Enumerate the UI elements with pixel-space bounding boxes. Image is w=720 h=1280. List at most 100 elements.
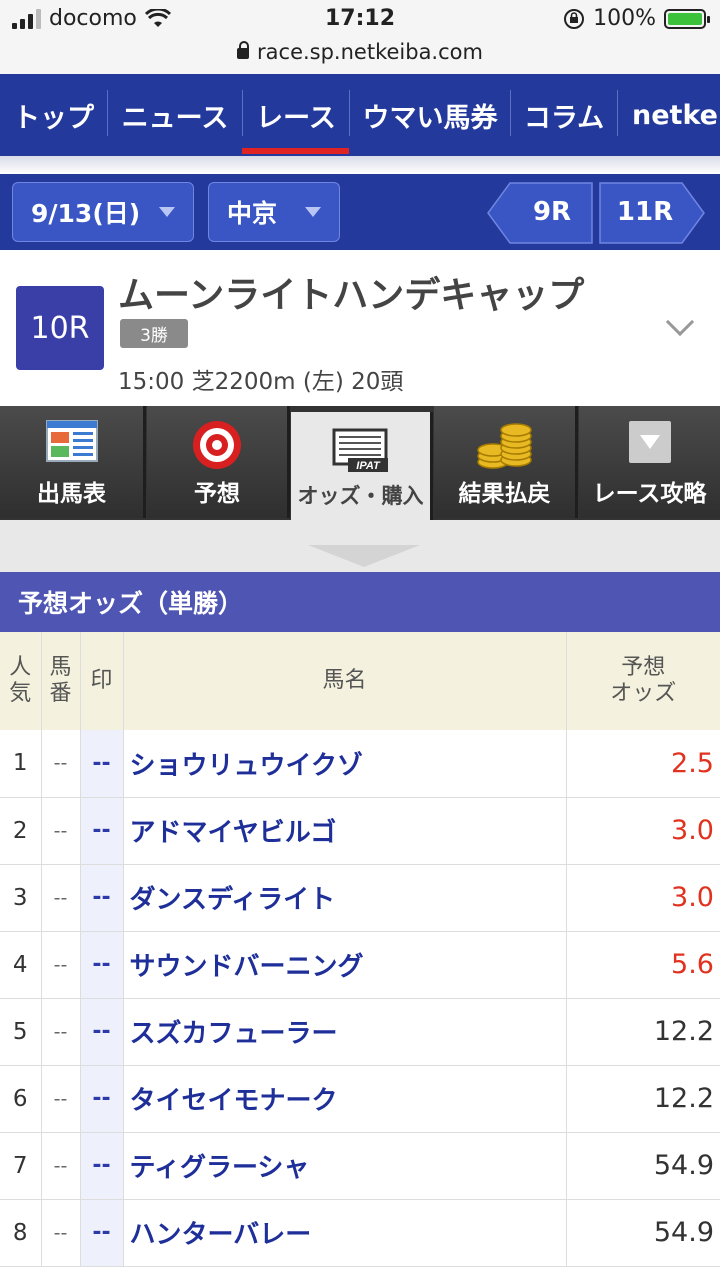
target-icon	[193, 421, 241, 469]
odds-cell: 3.0	[566, 864, 720, 932]
horse-number-cell: --	[41, 998, 81, 1066]
nav-item-column[interactable]: コラム	[511, 74, 617, 156]
mark-cell[interactable]: --	[80, 797, 124, 865]
section-title: 予想オッズ（単勝）	[0, 572, 720, 632]
tab-results[interactable]: 結果払戻	[434, 406, 578, 518]
mark-cell[interactable]: --	[80, 1199, 124, 1267]
table-row: 4 -- -- サウンドバーニング 5.6	[0, 931, 720, 999]
table-row: 7 -- -- ティグラーシャ 54.9	[0, 1132, 720, 1200]
entry-table-icon	[45, 420, 98, 462]
mark-cell[interactable]: --	[80, 931, 124, 999]
col-header-odds[interactable]: 予想 オッズ	[566, 632, 720, 730]
horse-name-link[interactable]: ショウリュウイクゾ	[123, 730, 567, 798]
chevron-down-icon[interactable]	[665, 307, 695, 337]
status-right: 100%	[563, 6, 710, 31]
col-header-horse-number[interactable]: 馬番	[41, 632, 81, 730]
horse-name-link[interactable]: サウンドバーニング	[123, 931, 567, 999]
tab-label: オッズ・購入	[297, 484, 424, 508]
horse-name-link[interactable]: ダンスディライト	[123, 864, 567, 932]
horse-name-link[interactable]: ハンターバレー	[123, 1199, 567, 1267]
rank-cell: 3	[0, 864, 42, 932]
orientation-lock-icon	[564, 8, 585, 29]
horse-number-cell: --	[41, 797, 81, 865]
odds-cell: 5.6	[566, 931, 720, 999]
ipat-icon: IPAT	[332, 428, 388, 472]
odds-cell: 12.2	[566, 1065, 720, 1133]
nav-shadow	[0, 156, 720, 174]
chevron-down-icon	[159, 207, 175, 217]
horse-name-link[interactable]: タイセイモナーク	[123, 1065, 567, 1133]
tab-label: 結果払戻	[458, 481, 551, 507]
race-selector-bar: 9/13(日) 中京 9R 11R	[0, 174, 720, 250]
mark-cell[interactable]: --	[80, 730, 124, 798]
table-row: 2 -- -- アドマイヤビルゴ 3.0	[0, 797, 720, 865]
prev-race-button[interactable]: 9R	[512, 182, 592, 242]
date-value: 9/13(日)	[31, 199, 141, 228]
horse-number-cell: --	[41, 864, 81, 932]
tab-label: 予想	[194, 481, 240, 507]
tab-label: 出馬表	[37, 481, 106, 507]
rank-cell: 6	[0, 1065, 42, 1133]
race-name: ムーンライトハンデキャップ	[118, 275, 585, 316]
race-tabs: 出馬表 予想 IPAT オッズ・購入 結果払戻 レース攻略	[0, 406, 720, 520]
horse-number-cell: --	[41, 1199, 81, 1267]
table-row: 6 -- -- タイセイモナーク 12.2	[0, 1065, 720, 1133]
address-bar[interactable]: race.sp.netkeiba.com	[0, 40, 720, 74]
nav-item-news[interactable]: ニュース	[108, 74, 242, 156]
battery-icon	[664, 8, 710, 29]
odds-table-body: 1 -- -- ショウリュウイクゾ 2.5 2 -- -- アドマイヤビルゴ 3.0 3 -- -- ダン…	[0, 730, 720, 1267]
tab-odds-purchase[interactable]: IPAT オッズ・購入	[291, 412, 433, 520]
tab-label: レース攻略	[592, 481, 707, 507]
mark-cell[interactable]: --	[80, 1065, 124, 1133]
col-header-popularity[interactable]: 人気	[0, 632, 42, 730]
nav-item-race[interactable]: レース	[243, 74, 349, 156]
rank-cell: 5	[0, 998, 42, 1066]
horse-name-link[interactable]: ティグラーシャ	[123, 1132, 567, 1200]
dropdown-arrow-icon	[628, 421, 671, 463]
mark-cell[interactable]: --	[80, 864, 124, 932]
next-race-button[interactable]: 11R	[600, 182, 690, 242]
url-text: race.sp.netkeiba.com	[257, 40, 483, 64]
horse-number-cell: --	[41, 1132, 81, 1200]
odds-table: 人気 馬番 印 馬名 予想 オッズ 1 -- -- ショウリュウイクゾ 2.5 2 -- -- ア…	[0, 632, 720, 1267]
table-row: 3 -- -- ダンスディライト 3.0	[0, 864, 720, 932]
horse-number-cell: --	[41, 730, 81, 798]
nav-item-umai-baken[interactable]: ウマい馬券	[350, 74, 510, 156]
global-nav: トップ ニュース レース ウマい馬券 コラム netkei	[0, 74, 720, 156]
venue-select[interactable]: 中京	[208, 182, 340, 242]
horse-number-cell: --	[41, 1065, 81, 1133]
odds-cell: 54.9	[566, 1199, 720, 1267]
rank-cell: 2	[0, 797, 42, 865]
chevron-down-icon	[305, 207, 321, 217]
tab-shutsuba[interactable]: 出馬表	[0, 406, 146, 518]
tab-pointer	[308, 545, 420, 567]
svg-text:IPAT: IPAT	[356, 460, 381, 472]
rank-cell: 1	[0, 730, 42, 798]
nav-active-indicator	[242, 148, 349, 154]
date-select[interactable]: 9/13(日)	[12, 182, 194, 242]
race-class-badge: 3勝	[120, 319, 188, 348]
nav-item-top[interactable]: トップ	[0, 74, 107, 156]
table-row: 1 -- -- ショウリュウイクゾ 2.5	[0, 730, 720, 798]
mark-cell[interactable]: --	[80, 998, 124, 1066]
race-header[interactable]: 10R ムーンライトハンデキャップ 3勝 15:00 芝2200m (左) 20…	[0, 250, 720, 406]
odds-cell: 12.2	[566, 998, 720, 1066]
status-bar: docomo 17:12 100%	[0, 0, 720, 40]
tab-strategy[interactable]: レース攻略	[579, 406, 720, 518]
race-info: 15:00 芝2200m (左) 20頭	[118, 369, 404, 395]
rank-cell: 7	[0, 1132, 42, 1200]
mark-cell[interactable]: --	[80, 1132, 124, 1200]
tab-yoso[interactable]: 予想	[147, 406, 290, 518]
horse-name-link[interactable]: アドマイヤビルゴ	[123, 797, 567, 865]
odds-cell: 3.0	[566, 797, 720, 865]
race-number: 10R	[16, 286, 104, 370]
lock-icon	[237, 41, 250, 59]
odds-cell: 54.9	[566, 1132, 720, 1200]
coins-icon	[476, 423, 532, 469]
nav-item-netkeiba[interactable]: netkei	[618, 74, 720, 156]
rank-cell: 8	[0, 1199, 42, 1267]
horse-name-link[interactable]: スズカフューラー	[123, 998, 567, 1066]
table-row: 5 -- -- スズカフューラー 12.2	[0, 998, 720, 1066]
rank-cell: 4	[0, 931, 42, 999]
battery-percent: 100%	[593, 6, 656, 31]
